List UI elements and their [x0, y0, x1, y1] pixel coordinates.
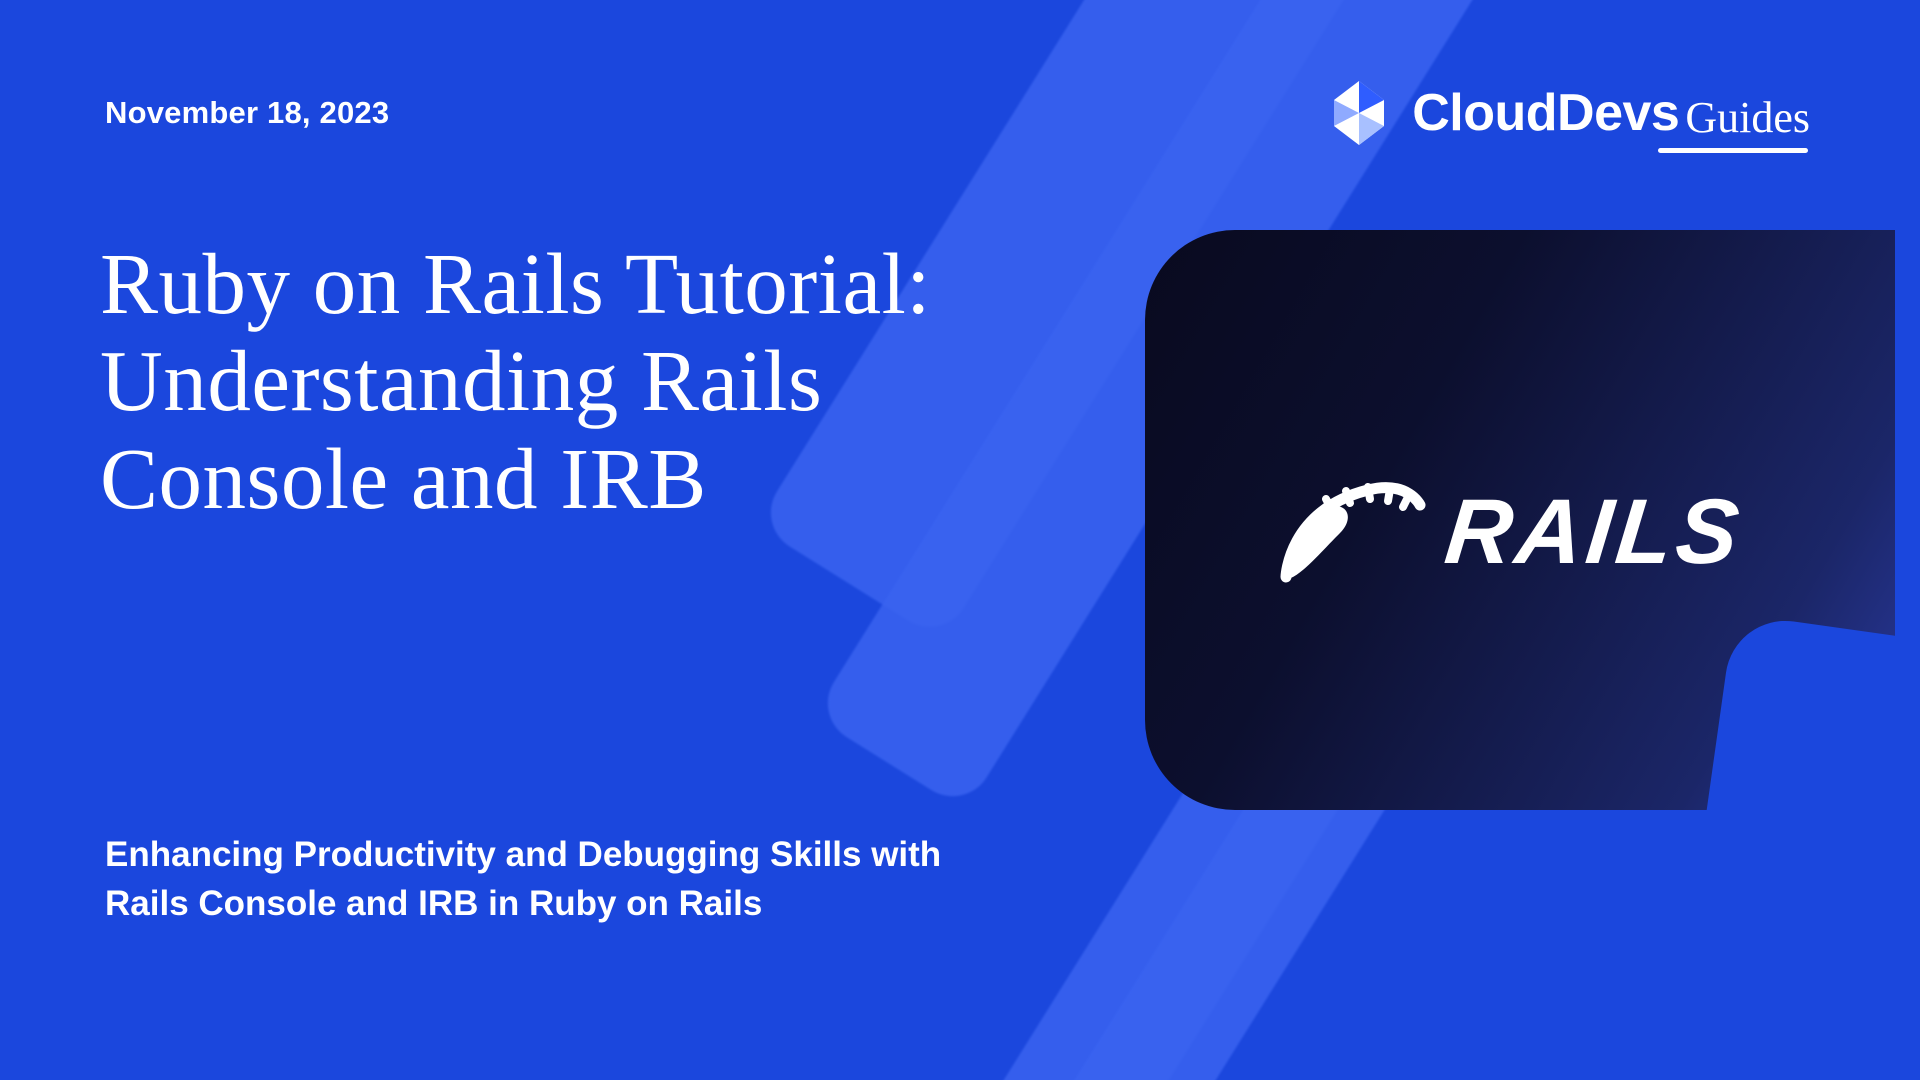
- rails-logo: RAILS: [1278, 455, 1742, 585]
- article-title: Ruby on Rails Tutorial: Understanding Ra…: [100, 235, 931, 527]
- clouddevs-logo-icon: [1324, 78, 1394, 148]
- rails-logo-text: RAILS: [1440, 480, 1747, 585]
- publish-date: November 18, 2023: [105, 95, 389, 131]
- rails-wave-icon: [1278, 455, 1428, 585]
- article-subtitle: Enhancing Productivity and Debugging Ski…: [105, 830, 941, 928]
- brand-text-group: CloudDevsGuides: [1412, 83, 1810, 143]
- feature-image-card: RAILS: [1145, 230, 1895, 810]
- brand-header: CloudDevsGuides: [1324, 78, 1810, 148]
- brand-name: CloudDevs: [1412, 84, 1679, 142]
- brand-section: Guides: [1685, 93, 1810, 142]
- brand-underline-decor: [1658, 148, 1808, 153]
